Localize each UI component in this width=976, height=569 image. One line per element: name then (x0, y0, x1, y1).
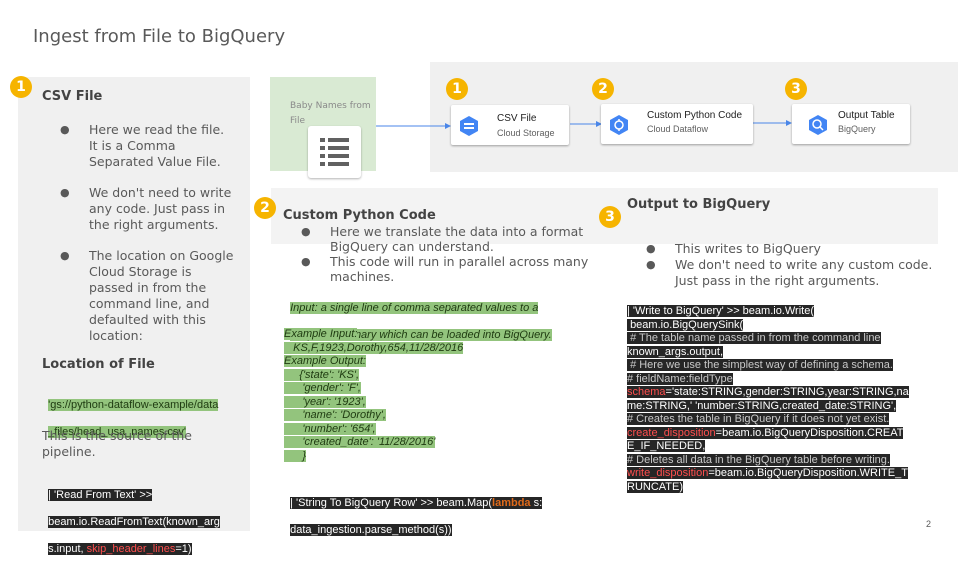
example-line: 'created_date': '11/28/2016' (284, 436, 436, 448)
write-to-bigquery-code: | 'Write to BigQuery' >> beam.io.Write( … (627, 305, 939, 494)
bullet-dot-icon: ● (301, 255, 311, 268)
code-keyword: write_disposition (627, 467, 709, 479)
bullet-dot-icon: ● (301, 225, 311, 238)
code-text: me:STRING,' 'number:STRING,created_date:… (627, 399, 897, 412)
code-line: schema='state:STRING,gender:STRING,year:… (627, 386, 909, 398)
code-text: | 'Write to BigQuery' >> beam.io.Write( (627, 305, 814, 317)
code-line: # Here we use the simplest way of defini… (627, 359, 893, 371)
page-number: 2 (926, 519, 932, 529)
bullet-dot-icon: ● (646, 258, 656, 271)
custom-python-node[interactable]: Custom Python Code Cloud Dataflow (601, 104, 753, 144)
code-line: # The table name passed in from the comm… (627, 332, 881, 344)
step-3-badge: 3 (599, 206, 621, 228)
lambda-keyword: lambda (492, 496, 531, 509)
right-bullet-line: This writes to BigQuery (675, 241, 821, 256)
example-block: Example Input: KS,F,1923,Dorothy,654,11/… (284, 328, 544, 463)
output-heading: Output to BigQuery (627, 197, 771, 212)
dataflow-icon (608, 114, 630, 141)
step-2-badge: 2 (254, 197, 276, 219)
example-line: } (284, 449, 307, 462)
code-text: # Deletes all data in the BigQuery table… (627, 453, 890, 466)
diagram-step-1-badge: 1 (446, 78, 468, 100)
example-line: KS,F,1923,Dorothy,654,11/28/2016 (284, 341, 464, 354)
right-bullet-line: Just pass in the right arguments. (675, 273, 880, 288)
code-text: ='state:STRING,gender:STRING,year:STRING… (665, 386, 909, 398)
code-text: =beam.io.BigQueryDisposition.CREAT (715, 426, 904, 439)
green-line-1: Input: a single line of comma separated … (290, 301, 539, 314)
bullet-dot-icon: ● (646, 242, 656, 255)
middle-bullet-line: machines. (330, 269, 395, 284)
output-table-node-sub: BigQuery (838, 124, 876, 134)
output-table-node-title: Output Table (838, 110, 895, 121)
code-line: create_disposition=beam.io.BigQueryDispo… (627, 426, 904, 439)
code-text: # The table name passed in from the comm… (627, 332, 881, 344)
example-line: 'gender': 'F', (284, 382, 361, 394)
map-line-1c: s: (530, 496, 543, 509)
code-keyword: create_disposition (627, 426, 716, 439)
output-table-node[interactable]: Output Table BigQuery (792, 104, 910, 144)
code-text: known_args.output, (627, 345, 724, 358)
code-line: beam.io.BigQuerySink( (627, 318, 744, 331)
example-line: Example Input: (284, 328, 358, 340)
code-keyword: schema (627, 386, 666, 398)
custom-code-heading: Custom Python Code (283, 208, 436, 223)
example-line: 'name': 'Dorothy', (284, 409, 386, 421)
code-line: known_args.output, (627, 345, 724, 358)
custom-python-node-title: Custom Python Code (647, 110, 743, 121)
cloud-storage-icon (458, 115, 480, 142)
right-bullet-2: ● We don't need to write any custom code.… (646, 257, 945, 289)
code-text: beam.io.BigQuerySink( (627, 318, 744, 331)
csv-file-node-sub: Cloud Storage (497, 128, 555, 138)
code-text: RUNCATE) (627, 480, 684, 493)
example-line: {'state': 'KS', (284, 368, 360, 381)
code-line: write_disposition=beam.io.BigQueryDispos… (627, 467, 908, 479)
example-line: 'number': '654', (284, 422, 376, 435)
map-line-2: data_ingestion.parse_method(s)) (290, 523, 452, 536)
code-line: me:STRING,' 'number:STRING,created_date:… (627, 399, 897, 412)
code-text: =beam.io.BigQueryDisposition.WRITE_T (708, 467, 908, 479)
code-text: E_IF_NEEDED, (627, 440, 706, 452)
code-line: # fieldName:fieldType (627, 372, 733, 385)
map-line-1a: | 'String To BigQuery Row' >> beam.Map( (290, 496, 493, 509)
bigquery-icon (807, 114, 829, 141)
diagram-step-3-badge: 3 (785, 78, 807, 100)
right-bullet-line: We don't need to write any custom code. (675, 257, 933, 272)
right-bullet-1: ● This writes to BigQuery (646, 241, 945, 257)
code-text: # Creates the table in BigQuery if it do… (627, 413, 890, 425)
code-text: # Here we use the simplest way of defini… (627, 359, 893, 371)
example-line: 'year': '1923', (284, 395, 366, 408)
middle-bullet-line: Here we translate the data into a format (330, 224, 584, 239)
csv-file-node[interactable]: CSV File Cloud Storage (451, 105, 569, 145)
code-text: # fieldName:fieldType (627, 372, 733, 385)
middle-bullet-2: ● This code will run in parallel across m… (301, 254, 600, 284)
middle-bullet-line: This code will run in parallel across ma… (330, 254, 589, 269)
code-line: # Deletes all data in the BigQuery table… (627, 453, 890, 466)
output-bullets: ● This writes to BigQuery ● We don't need t… (646, 241, 945, 289)
middle-bullet-1: ● Here we translate the data into a forma… (301, 224, 600, 254)
custom-python-node-sub: Cloud Dataflow (647, 124, 709, 134)
code-line: RUNCATE) (627, 480, 684, 493)
csv-file-node-title: CSV File (497, 113, 537, 124)
middle-bullet-line: BigQuery can understand. (330, 239, 494, 254)
code-line: # Creates the table in BigQuery if it do… (627, 413, 890, 425)
custom-code-bullets: ● Here we translate the data into a forma… (301, 224, 600, 284)
example-line: Example Output: (284, 355, 366, 367)
string-to-bigquery-code: | 'String To BigQuery Row' >> beam.Map(l… (284, 483, 584, 537)
code-line: | 'Write to BigQuery' >> beam.io.Write( (627, 305, 814, 317)
code-line: E_IF_NEEDED, (627, 440, 706, 452)
diagram-step-2-badge: 2 (592, 78, 614, 100)
